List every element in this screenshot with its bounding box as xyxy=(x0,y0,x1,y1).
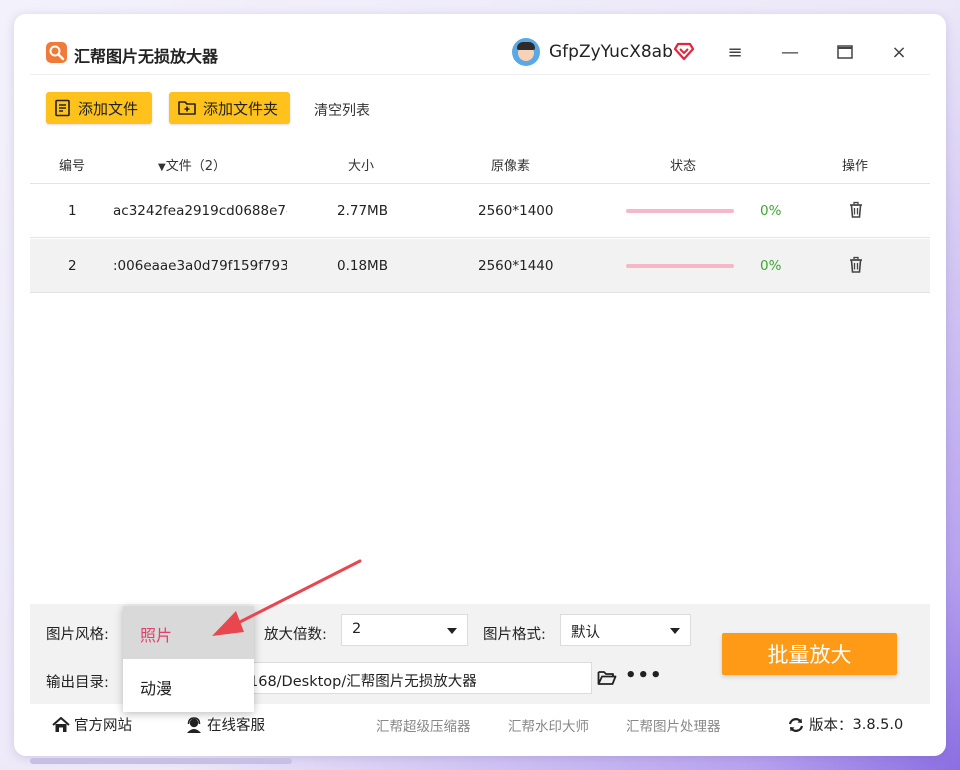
col-action-header: 操作 xyxy=(842,159,869,174)
add-folder-icon xyxy=(178,101,196,115)
row-size: 2.77MB xyxy=(337,203,388,219)
more-options-button[interactable]: ••• xyxy=(625,665,663,686)
app-window: 汇帮图片无损放大器 GfpZyYucX8ab ≡ — × 添加文件 添加文件夹 … xyxy=(14,14,946,756)
output-path-field[interactable]: 168/Desktop/汇帮图片无损放大器 xyxy=(240,662,592,694)
username[interactable]: GfpZyYucX8ab xyxy=(549,42,673,62)
style-option-photo[interactable]: 照片 xyxy=(123,606,254,659)
col-file-header[interactable]: ▼文件（2） xyxy=(158,155,226,174)
col-size-header: 大小 xyxy=(348,159,375,174)
online-service-link[interactable]: 在线客服 xyxy=(185,714,265,735)
version-number: 3.8.5.0 xyxy=(852,716,904,733)
menu-button[interactable]: ≡ xyxy=(720,38,750,66)
app-logo-icon xyxy=(46,42,67,63)
row-index: 1 xyxy=(68,203,77,219)
watermark-link[interactable]: 汇帮水印大师 xyxy=(508,715,589,735)
table-row[interactable]: 2 :006eaae3a0d79f159f793e5 0.18MB 2560*1… xyxy=(30,239,930,293)
add-file-icon xyxy=(55,99,70,117)
vip-diamond-icon[interactable] xyxy=(674,41,694,61)
clear-list-button[interactable]: 清空列表 xyxy=(314,100,370,120)
caret-down-icon xyxy=(447,628,457,634)
sort-down-icon: ▼ xyxy=(158,162,166,173)
minimize-button[interactable]: — xyxy=(775,38,805,66)
progress-percent: 0% xyxy=(760,203,782,219)
user-avatar[interactable] xyxy=(512,38,540,66)
scale-label: 放大倍数: xyxy=(264,627,327,643)
table-header: 编号 ▼文件（2） 大小 原像素 状态 操作 xyxy=(30,144,930,184)
maximize-button[interactable] xyxy=(830,38,860,66)
version-label: 版本： xyxy=(809,718,853,734)
open-folder-icon[interactable] xyxy=(597,670,617,686)
home-icon xyxy=(52,716,70,732)
official-site-link[interactable]: 官方网站 xyxy=(52,714,132,735)
close-button[interactable]: × xyxy=(884,38,914,66)
progress-bar xyxy=(626,264,734,268)
col-status-header: 状态 xyxy=(670,159,697,174)
app-title: 汇帮图片无损放大器 xyxy=(74,47,219,66)
output-label: 输出目录: xyxy=(46,675,109,691)
add-file-label: 添加文件 xyxy=(78,99,139,118)
progress-bar xyxy=(626,209,734,213)
taskbar-strip xyxy=(30,758,292,764)
style-dropdown: 照片 动漫 xyxy=(123,606,254,712)
row-pixels: 2560*1440 xyxy=(478,258,554,274)
col-index-header: 编号 xyxy=(59,159,86,174)
col-pixels-header: 原像素 xyxy=(491,159,531,174)
row-pixels: 2560*1400 xyxy=(478,203,554,219)
scale-select[interactable]: 2 xyxy=(341,614,468,646)
style-option-anime[interactable]: 动漫 xyxy=(123,659,254,712)
format-label: 图片格式: xyxy=(483,627,546,643)
version-info[interactable]: 版本： 3.8.5.0 xyxy=(787,714,903,735)
style-label: 图片风格: xyxy=(46,627,109,643)
image-processor-link[interactable]: 汇帮图片处理器 xyxy=(626,715,721,735)
row-index: 2 xyxy=(68,258,77,274)
customer-service-icon xyxy=(187,716,201,733)
format-select[interactable]: 默认 xyxy=(560,614,691,646)
progress-percent: 0% xyxy=(760,258,782,274)
caret-down-icon xyxy=(670,628,680,634)
row-filename: :006eaae3a0d79f159f793e5 xyxy=(113,258,287,274)
minimize-icon: — xyxy=(781,41,799,63)
add-file-button[interactable]: 添加文件 xyxy=(46,92,152,124)
format-value: 默认 xyxy=(571,625,600,641)
add-folder-label: 添加文件夹 xyxy=(203,99,279,118)
title-bar: 汇帮图片无损放大器 GfpZyYucX8ab ≡ — × xyxy=(14,14,946,90)
batch-enlarge-button[interactable]: 批量放大 xyxy=(722,633,897,675)
hamburger-icon: ≡ xyxy=(727,41,743,63)
footer: 官方网站 在线客服 汇帮超级压缩器 汇帮水印大师 汇帮图片处理器 版本： 3.8… xyxy=(30,706,930,742)
divider xyxy=(30,74,930,75)
delete-icon[interactable] xyxy=(848,256,864,274)
scale-value: 2 xyxy=(352,621,362,637)
maximize-icon xyxy=(837,45,853,59)
delete-icon[interactable] xyxy=(848,201,864,219)
table-row[interactable]: 1 ac3242fea2919cd0688e7e7( 2.77MB 2560*1… xyxy=(30,184,930,238)
refresh-icon xyxy=(788,717,804,732)
add-folder-button[interactable]: 添加文件夹 xyxy=(169,92,290,124)
close-icon: × xyxy=(891,41,907,63)
compressor-link[interactable]: 汇帮超级压缩器 xyxy=(376,715,471,735)
row-size: 0.18MB xyxy=(337,258,388,274)
row-filename: ac3242fea2919cd0688e7e7( xyxy=(113,203,287,219)
